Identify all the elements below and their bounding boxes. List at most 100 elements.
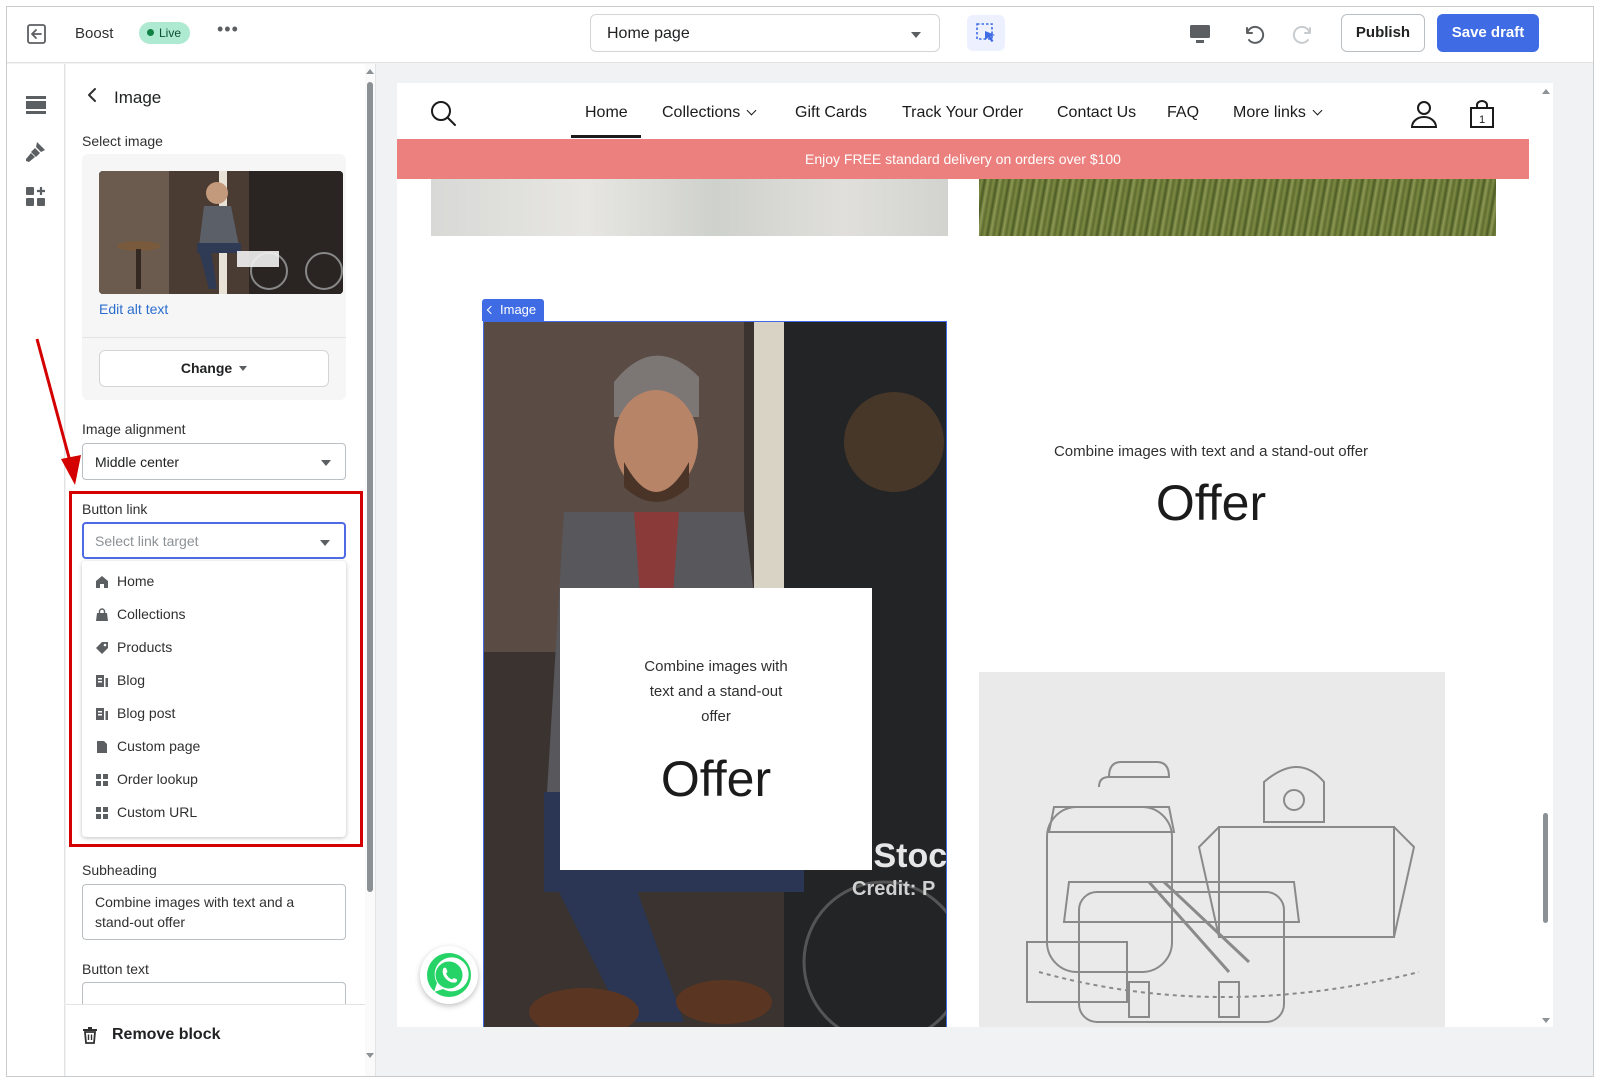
redo-icon[interactable] bbox=[1291, 21, 1317, 47]
link-option-label: Blog post bbox=[117, 705, 176, 721]
remove-block-label: Remove block bbox=[112, 1026, 221, 1043]
scroll-up-arrow-icon bbox=[366, 69, 374, 74]
nav-item-more-links-label: More links bbox=[1233, 104, 1306, 121]
panel-scrollbar[interactable] bbox=[365, 64, 375, 1076]
link-option-label: Order lookup bbox=[117, 771, 198, 787]
button-link-placeholder: Select link target bbox=[95, 533, 199, 549]
account-icon[interactable] bbox=[1409, 99, 1439, 129]
sections-icon[interactable] bbox=[23, 92, 49, 118]
nav-item-contact-us[interactable]: Contact Us bbox=[1057, 104, 1136, 122]
subheading-label: Subheading bbox=[82, 862, 157, 878]
nav-item-faq[interactable]: FAQ bbox=[1167, 104, 1199, 122]
scroll-down-arrow-icon bbox=[366, 1053, 374, 1058]
storefront-preview: Home Collections Gift Cards Track Your O… bbox=[397, 83, 1539, 1027]
back-chevron-icon[interactable] bbox=[84, 86, 100, 104]
selected-image-thumbnail[interactable] bbox=[99, 171, 343, 294]
link-option-products[interactable]: Products bbox=[82, 633, 346, 663]
status-dot-icon bbox=[147, 29, 154, 36]
image-picker-card: Edit alt text Change bbox=[82, 154, 346, 400]
panel-title: Image bbox=[114, 88, 162, 107]
bags-illustration bbox=[1026, 761, 1420, 1023]
more-actions-button[interactable]: ••• bbox=[217, 19, 239, 40]
link-option-label: Home bbox=[117, 573, 155, 589]
inspector-toggle-button[interactable] bbox=[967, 15, 1005, 51]
announcement-bar: Enjoy FREE standard delivery on orders o… bbox=[397, 139, 1529, 179]
scroll-up-arrow-icon bbox=[1542, 89, 1550, 94]
exit-icon[interactable] bbox=[25, 22, 51, 46]
whatsapp-chat-button[interactable] bbox=[420, 946, 478, 1004]
link-option-custom-page[interactable]: Custom page bbox=[82, 732, 346, 762]
watermark-text-1: iStock bbox=[864, 837, 947, 875]
button-link-select[interactable]: Select link target bbox=[82, 522, 346, 559]
theme-editor-window: Boost Live ••• Home page Publish Save dr… bbox=[6, 6, 1594, 1077]
live-status-text: Live bbox=[159, 26, 182, 40]
change-image-button[interactable]: Change bbox=[99, 350, 329, 387]
link-option-blog[interactable]: Blog bbox=[82, 666, 346, 696]
store-name: Boost bbox=[75, 25, 114, 42]
page-icon bbox=[97, 741, 107, 753]
previous-section-image-left bbox=[431, 179, 948, 236]
caret-down-icon bbox=[321, 460, 331, 466]
page-selector[interactable]: Home page bbox=[590, 14, 940, 52]
image-alignment-select[interactable]: Middle center bbox=[82, 443, 346, 480]
preview-scrollbar-thumb[interactable] bbox=[1543, 813, 1548, 923]
change-image-label: Change bbox=[180, 360, 233, 376]
nav-item-more-links[interactable]: More links bbox=[1233, 104, 1323, 122]
image-with-offer-block[interactable]: iStock Credit: P Combine images with tex… bbox=[483, 321, 947, 1027]
editor-rail bbox=[7, 64, 65, 1076]
theme-settings-brush-icon[interactable] bbox=[23, 139, 49, 165]
selected-block-tag[interactable]: Image bbox=[482, 299, 545, 321]
offer-overlay-card: Combine images with text and a stand-out… bbox=[560, 588, 872, 870]
scroll-down-arrow-icon bbox=[1542, 1018, 1550, 1023]
caret-down-icon bbox=[239, 366, 248, 371]
link-option-label: Custom page bbox=[117, 738, 201, 754]
link-option-blog-post[interactable]: Blog post bbox=[82, 699, 346, 729]
preview-scrollbar[interactable] bbox=[1539, 83, 1553, 1027]
nav-item-gift-cards[interactable]: Gift Cards bbox=[795, 104, 867, 122]
remove-block-bar: Remove block bbox=[66, 1004, 366, 1076]
selected-block-tag-label: Image bbox=[500, 302, 537, 317]
edit-alt-text-link[interactable]: Edit alt text bbox=[99, 301, 168, 317]
select-image-label: Select image bbox=[82, 133, 163, 149]
link-option-label: Collections bbox=[117, 606, 186, 622]
subheading-textarea[interactable]: Combine images with text and a stand-out… bbox=[82, 884, 346, 940]
chevron-down-icon bbox=[746, 105, 757, 116]
desktop-preview-icon[interactable] bbox=[1187, 21, 1213, 47]
blog-icon bbox=[96, 675, 108, 687]
image-alignment-value: Middle center bbox=[95, 454, 180, 470]
publish-button[interactable]: Publish bbox=[1341, 14, 1425, 52]
link-option-order-lookup[interactable]: Order lookup bbox=[82, 765, 346, 795]
caret-down-icon bbox=[911, 32, 921, 38]
link-option-collections[interactable]: Collections bbox=[82, 600, 346, 630]
panel-scrollbar-thumb[interactable] bbox=[367, 82, 373, 892]
search-icon[interactable] bbox=[429, 99, 457, 127]
app-embeds-icon[interactable] bbox=[23, 184, 49, 210]
link-option-custom-url[interactable]: Custom URL bbox=[82, 798, 346, 828]
grid-icon bbox=[96, 774, 108, 786]
nav-item-track-order[interactable]: Track Your Order bbox=[902, 104, 1023, 122]
chevron-left-icon bbox=[486, 305, 496, 315]
link-option-label: Products bbox=[117, 639, 173, 655]
collections-bag-icon bbox=[96, 608, 108, 621]
live-status-badge: Live bbox=[139, 22, 191, 44]
card-divider bbox=[82, 337, 346, 338]
link-target-dropdown: Home Collections Products Blog Blog post… bbox=[82, 561, 346, 837]
cart-count: 1 bbox=[1479, 114, 1485, 126]
image-thumbnail-picture bbox=[99, 171, 343, 294]
product-tag-icon bbox=[96, 642, 108, 654]
button-link-label: Button link bbox=[82, 501, 148, 517]
caret-down-icon bbox=[320, 540, 330, 546]
offer-overlay-subheading: Combine images with text and a stand-out… bbox=[644, 658, 788, 725]
offer-text-subheading: Combine images with text and a stand-out… bbox=[1053, 443, 1369, 460]
nav-item-home[interactable]: Home bbox=[585, 104, 628, 122]
chevron-down-icon bbox=[1312, 105, 1323, 116]
link-option-home[interactable]: Home bbox=[82, 567, 346, 597]
cart-bag-icon[interactable]: 1 bbox=[1467, 99, 1497, 129]
block-settings-panel: Image Select image Edit alt text Change … bbox=[66, 64, 376, 1076]
watermark-text-2: Credit: P bbox=[852, 878, 935, 900]
undo-icon[interactable] bbox=[1240, 21, 1266, 47]
image-alignment-label: Image alignment bbox=[82, 421, 186, 437]
trash-icon bbox=[83, 1027, 97, 1044]
nav-item-collections[interactable]: Collections bbox=[662, 104, 757, 122]
save-draft-button[interactable]: Save draft bbox=[1437, 14, 1539, 52]
